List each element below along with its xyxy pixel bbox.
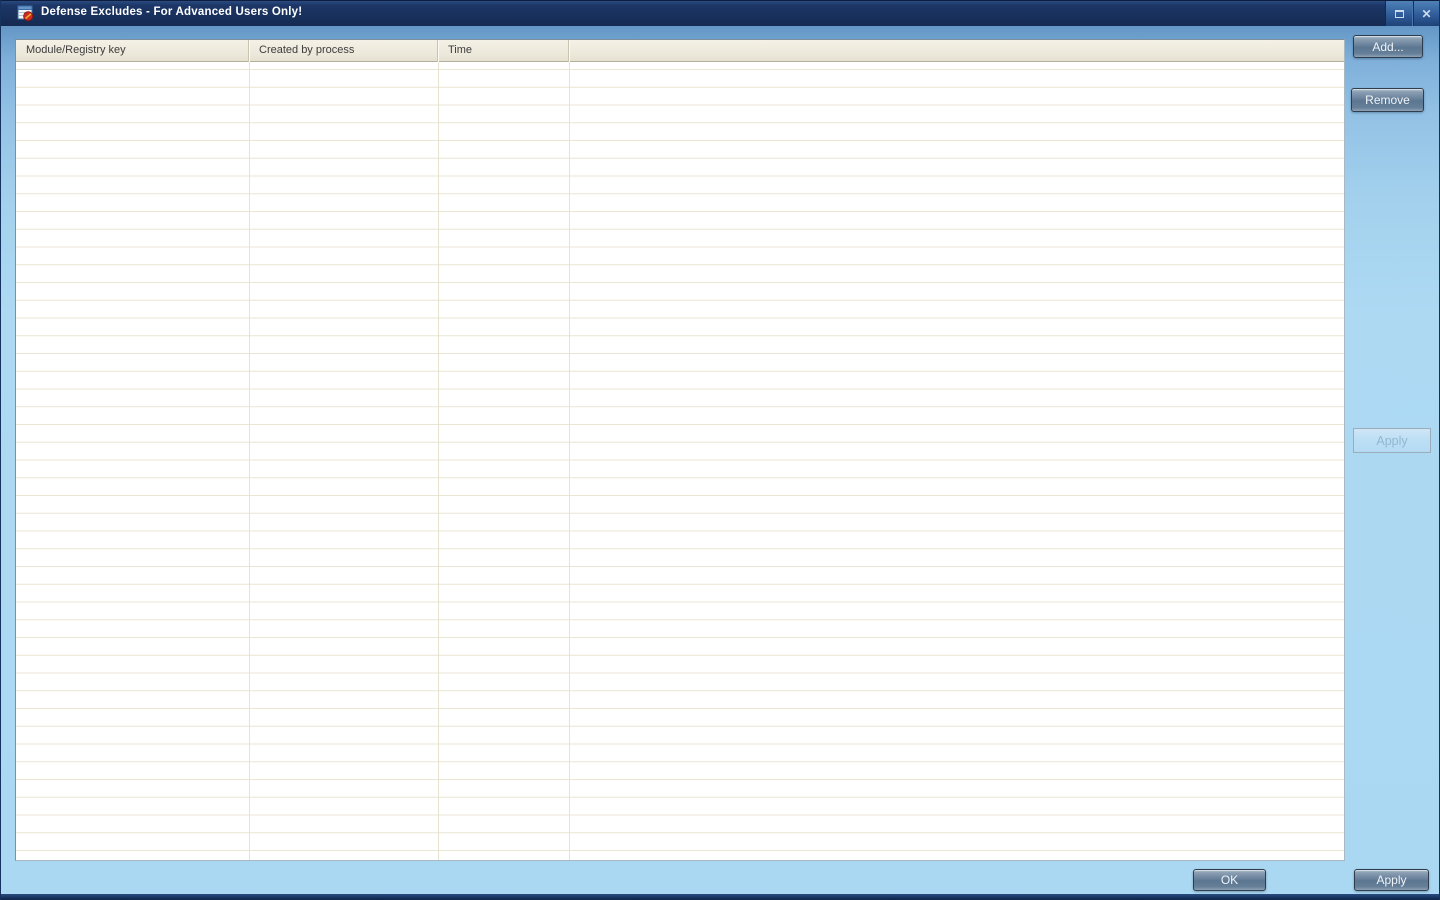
window-title: Defense Excludes - For Advanced Users On… (41, 6, 302, 18)
table-header-row: Module/Registry key Created by process T… (16, 40, 1344, 62)
defense-excludes-window: Defense Excludes - For Advanced Users On… (0, 0, 1440, 900)
apply-side-button[interactable]: Apply (1353, 428, 1431, 453)
apply-button[interactable]: Apply (1354, 869, 1429, 891)
app-icon (17, 5, 34, 22)
excludes-table: Module/Registry key Created by process T… (15, 39, 1345, 861)
close-button[interactable]: ✕ (1413, 1, 1440, 27)
ok-button[interactable]: OK (1193, 869, 1266, 891)
window-bottom-border (1, 894, 1440, 900)
column-header-created-by-process[interactable]: Created by process (249, 40, 438, 62)
column-header-module-registry-key[interactable]: Module/Registry key (16, 40, 249, 62)
table-body-empty[interactable] (16, 62, 1344, 860)
column-separator (569, 62, 570, 860)
maximize-button[interactable] (1386, 1, 1413, 27)
dialog-content: Module/Registry key Created by process T… (1, 26, 1440, 894)
column-separator (438, 62, 439, 860)
column-separator (249, 62, 250, 860)
titlebar-buttons: ✕ (1385, 1, 1440, 27)
column-header-empty[interactable] (569, 40, 1344, 62)
close-icon: ✕ (1421, 8, 1431, 20)
remove-button[interactable]: Remove (1351, 88, 1424, 112)
add-button[interactable]: Add... (1353, 35, 1423, 58)
maximize-icon (1395, 10, 1404, 18)
titlebar[interactable]: Defense Excludes - For Advanced Users On… (1, 0, 1440, 26)
column-header-time[interactable]: Time (438, 40, 569, 62)
